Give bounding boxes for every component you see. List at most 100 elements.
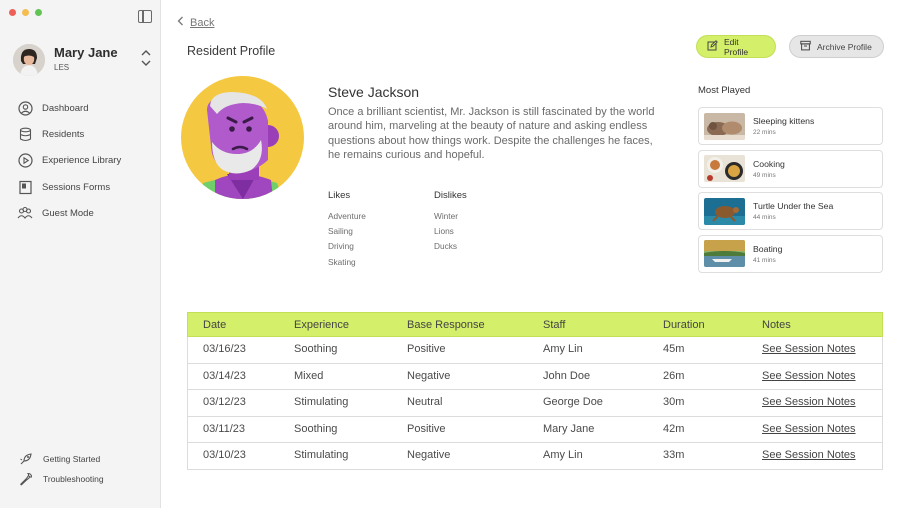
minimize-window-button[interactable] [22, 9, 29, 16]
sidebar-item-label: Guest Mode [42, 207, 94, 219]
likes-list: Likes Adventure Sailing Driving Skating [328, 190, 366, 272]
cell-experience: Stimulating [294, 449, 349, 462]
sidebar-item-experience-library[interactable]: Experience Library [17, 148, 121, 174]
sidebar-item-sessions-forms[interactable]: Sessions Forms [17, 174, 121, 200]
most-played-heading: Most Played [698, 85, 751, 96]
rocket-icon [19, 452, 33, 466]
cell-response: Positive [407, 422, 446, 435]
close-window-button[interactable] [9, 9, 16, 16]
user-org: LES [54, 63, 70, 72]
avatar [13, 44, 45, 76]
likes-heading: Likes [328, 190, 351, 201]
sidebar-nav: Dashboard Residents Experience Library S… [17, 95, 121, 226]
guests-icon [17, 205, 33, 221]
session-notes-link[interactable]: See Session Notes [762, 423, 856, 435]
most-played-list: Sleeping kittens 22 mins Cooking 49 mins… [698, 107, 883, 277]
cell-experience: Mixed [294, 369, 324, 382]
sidebar-item-label: Sessions Forms [42, 181, 111, 193]
session-notes-link[interactable]: See Session Notes [762, 343, 856, 355]
edit-profile-label: Edit Profile [724, 36, 749, 57]
boating-thumbnail [704, 240, 745, 267]
sidebar: Mary Jane LES Dashboard Residents Experi… [0, 0, 161, 508]
session-notes-link[interactable]: See Session Notes [762, 370, 856, 382]
cooking-thumbnail [704, 155, 745, 182]
most-played-duration: 22 mins [753, 129, 776, 136]
cell-response: Negative [407, 449, 451, 462]
sidebar-toggle-icon[interactable] [138, 10, 152, 23]
wrench-icon [19, 472, 33, 486]
most-played-item[interactable]: Turtle Under the Sea 44 mins [698, 192, 883, 230]
most-played-name: Turtle Under the Sea [753, 201, 834, 211]
sidebar-item-dashboard[interactable]: Dashboard [17, 95, 121, 121]
most-played-duration: 41 mins [753, 256, 776, 264]
form-icon [17, 179, 33, 195]
turtle-thumbnail [704, 197, 745, 225]
sidebar-item-label: Residents [42, 128, 85, 140]
cell-date: 03/11/23 [203, 422, 246, 435]
most-played-name: Cooking [753, 158, 785, 169]
column-header-experience: Experience [294, 319, 350, 331]
sidebar-item-label: Dashboard [42, 102, 89, 114]
kittens-thumbnail [704, 112, 745, 140]
cell-response: Positive [407, 343, 446, 355]
cell-duration: 45m [663, 343, 685, 355]
resident-portrait [181, 76, 304, 199]
most-played-name: Sleeping kittens [753, 116, 815, 126]
cell-response: Neutral [407, 396, 443, 409]
most-played-item[interactable]: Sleeping kittens 22 mins [698, 107, 883, 145]
dashboard-icon [17, 100, 33, 116]
table-row: 03/14/23 Mixed Negative John Doe 26m See… [187, 363, 883, 391]
window-controls [9, 9, 42, 16]
user-switcher[interactable]: Mary Jane LES [13, 43, 155, 77]
session-notes-link[interactable]: See Session Notes [762, 449, 856, 461]
cell-staff: John Doe [543, 369, 591, 382]
cell-duration: 33m [663, 449, 685, 462]
cell-experience: Stimulating [294, 396, 349, 409]
table-row: 03/12/23 Stimulating Neutral George Doe … [187, 390, 883, 417]
table-row: 03/11/23 Soothing Positive Mary Jane 42m… [187, 416, 883, 444]
dislikes-list: Dislikes Winter Lions Ducks [434, 190, 467, 257]
sidebar-item-troubleshooting[interactable]: Troubleshooting [19, 469, 104, 489]
sidebar-item-label: Getting Started [43, 454, 101, 464]
dislike-item: Ducks [434, 241, 458, 252]
sidebar-item-getting-started[interactable]: Getting Started [19, 449, 104, 469]
maximize-window-button[interactable] [35, 9, 42, 16]
sidebar-item-label: Troubleshooting [43, 474, 104, 484]
sessions-table: Date Experience Base Response Staff Dura… [187, 312, 883, 470]
cell-date: 03/10/23 [203, 449, 246, 462]
cell-staff: Amy Lin [543, 343, 583, 355]
most-played-item[interactable]: Cooking 49 mins [698, 149, 883, 188]
cell-duration: 26m [663, 369, 685, 382]
session-notes-link[interactable]: See Session Notes [762, 396, 856, 408]
sidebar-item-guest-mode[interactable]: Guest Mode [17, 200, 121, 226]
edit-profile-button[interactable]: Edit Profile [696, 35, 776, 58]
chevron-up-down-icon[interactable] [139, 46, 153, 70]
table-row: 03/10/23 Stimulating Negative Amy Lin 33… [187, 443, 883, 470]
column-header-base-response: Base Response [407, 319, 485, 331]
dislike-item: Lions [434, 226, 454, 237]
cell-experience: Soothing [294, 343, 338, 355]
most-played-duration: 49 mins [753, 171, 776, 179]
most-played-duration: 44 mins [753, 214, 776, 221]
table-header: Date Experience Base Response Staff Dura… [187, 312, 883, 337]
chevron-left-icon [177, 16, 184, 29]
cell-staff: Mary Jane [543, 422, 595, 435]
resident-name: Steve Jackson [328, 84, 420, 100]
cell-staff: Amy Lin [543, 449, 583, 462]
most-played-name: Boating [753, 243, 783, 254]
sidebar-item-label: Experience Library [42, 155, 122, 167]
archive-profile-label: Archive Profile [817, 41, 872, 52]
archive-icon [800, 40, 811, 53]
like-item: Adventure [328, 211, 366, 221]
sidebar-item-residents[interactable]: Residents [17, 121, 121, 147]
cell-duration: 30m [663, 396, 685, 409]
cell-date: 03/12/23 [203, 396, 246, 409]
column-header-duration: Duration [663, 319, 705, 331]
most-played-item[interactable]: Boating 41 mins [698, 234, 883, 273]
sidebar-help-nav: Getting Started Troubleshooting [19, 449, 104, 489]
resident-bio: Once a brilliant scientist, Mr. Jackson … [328, 106, 655, 161]
cell-experience: Soothing [294, 422, 338, 435]
archive-profile-button[interactable]: Archive Profile [789, 35, 884, 58]
page-title: Resident Profile [187, 44, 276, 58]
back-link[interactable]: Back [177, 16, 214, 29]
